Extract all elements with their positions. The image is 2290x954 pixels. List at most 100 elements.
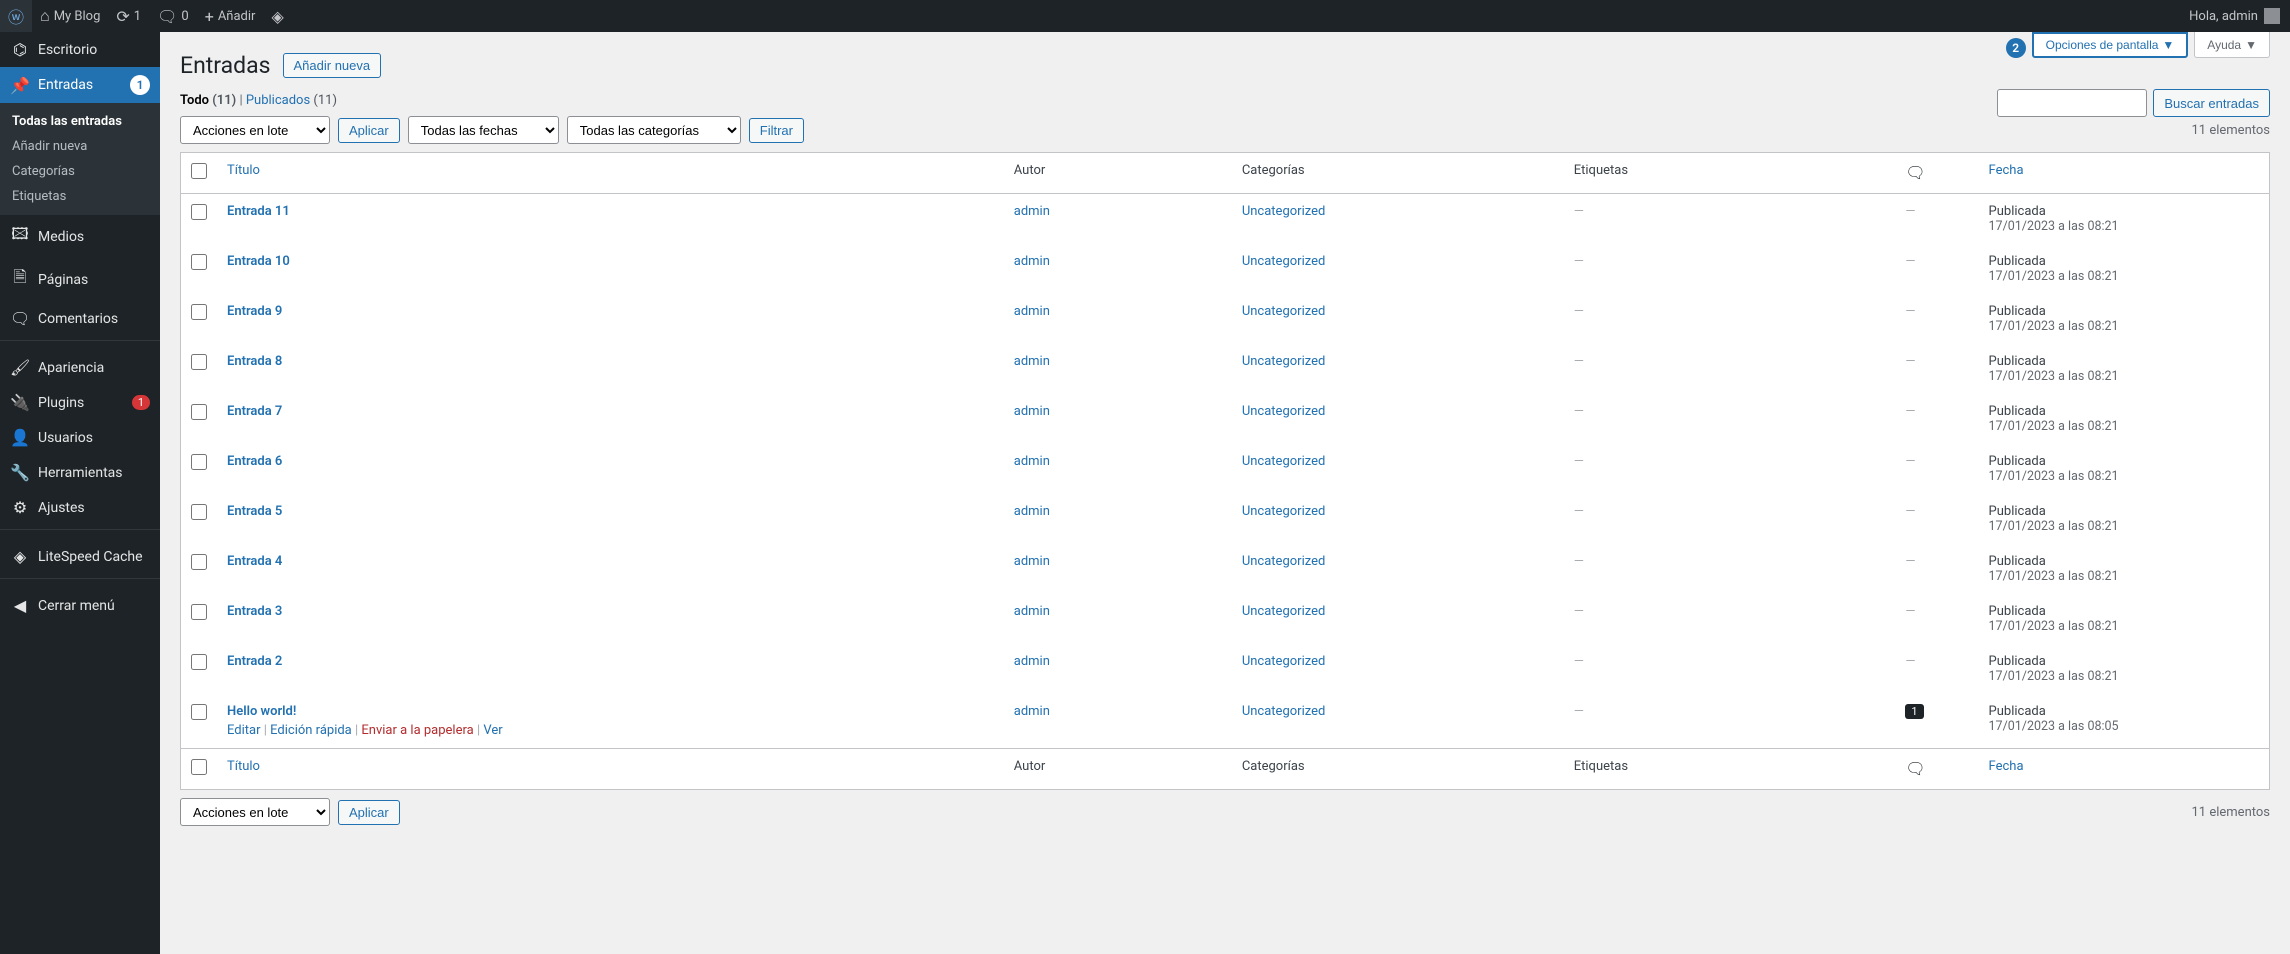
- row-checkbox[interactable]: [191, 504, 207, 520]
- author-link[interactable]: admin: [1014, 704, 1050, 719]
- author-link[interactable]: admin: [1014, 604, 1050, 619]
- author-link[interactable]: admin: [1014, 554, 1050, 569]
- comments-col-icon-foot[interactable]: 🗨: [1905, 759, 1925, 778]
- comments[interactable]: 🗨0: [149, 0, 197, 32]
- litespeed-menu[interactable]: ◈: [263, 0, 291, 32]
- row-checkbox[interactable]: [191, 554, 207, 570]
- post-title-link[interactable]: Entrada 11: [227, 204, 290, 219]
- menu-tools[interactable]: 🔧Herramientas: [0, 455, 160, 490]
- bulk-action-select-bottom[interactable]: Acciones en lote: [180, 798, 330, 826]
- col-title[interactable]: Título: [227, 163, 260, 178]
- post-status: Publicada: [1989, 204, 2046, 219]
- comment-count[interactable]: 1: [1905, 704, 1923, 719]
- post-title-link[interactable]: Entrada 7: [227, 404, 282, 419]
- menu-appearance[interactable]: 🖌Apariencia: [0, 350, 160, 385]
- author-link[interactable]: admin: [1014, 454, 1050, 469]
- greeting[interactable]: Hola, admin: [2189, 9, 2258, 24]
- row-checkbox[interactable]: [191, 304, 207, 320]
- row-checkbox[interactable]: [191, 404, 207, 420]
- row-checkbox[interactable]: [191, 704, 207, 720]
- comments-col-icon[interactable]: 🗨: [1905, 163, 1925, 182]
- post-status: Publicada: [1989, 404, 2046, 419]
- updates[interactable]: ⟳1: [108, 0, 149, 32]
- menu-pages[interactable]: 🗎Páginas: [0, 258, 160, 301]
- author-link[interactable]: admin: [1014, 404, 1050, 419]
- screen-options-button[interactable]: Opciones de pantalla ▼: [2032, 32, 2189, 58]
- category-filter-select[interactable]: Todas las categorías: [567, 116, 741, 144]
- category-link[interactable]: Uncategorized: [1242, 254, 1325, 269]
- select-all-bottom[interactable]: [191, 759, 207, 775]
- row-checkbox[interactable]: [191, 354, 207, 370]
- update-icon: ⟳: [116, 7, 129, 26]
- submenu-categories[interactable]: Categorías: [0, 159, 160, 184]
- submenu-add-new[interactable]: Añadir nueva: [0, 134, 160, 159]
- col-date[interactable]: Fecha: [1989, 163, 2024, 178]
- bulk-action-select[interactable]: Acciones en lote: [180, 116, 330, 144]
- category-link[interactable]: Uncategorized: [1242, 404, 1325, 419]
- row-checkbox[interactable]: [191, 604, 207, 620]
- menu-collapse[interactable]: ◀Cerrar menú: [0, 588, 160, 623]
- menu-users[interactable]: 👤Usuarios: [0, 420, 160, 455]
- submenu-tags[interactable]: Etiquetas: [0, 184, 160, 209]
- row-trash[interactable]: Enviar a la papelera: [361, 723, 473, 738]
- post-title-link[interactable]: Entrada 5: [227, 504, 282, 519]
- post-title-link[interactable]: Hello world!: [227, 704, 296, 719]
- menu-litespeed[interactable]: ◈LiteSpeed Cache: [0, 539, 160, 574]
- post-title-link[interactable]: Entrada 6: [227, 454, 282, 469]
- search-button[interactable]: Buscar entradas: [2153, 89, 2270, 117]
- category-link[interactable]: Uncategorized: [1242, 604, 1325, 619]
- search-input[interactable]: [1997, 89, 2147, 117]
- no-comments: —: [1905, 254, 1915, 269]
- author-link[interactable]: admin: [1014, 204, 1050, 219]
- menu-posts[interactable]: 📌Entradas1: [0, 67, 160, 103]
- post-title-link[interactable]: Entrada 8: [227, 354, 282, 369]
- category-link[interactable]: Uncategorized: [1242, 454, 1325, 469]
- row-checkbox[interactable]: [191, 654, 207, 670]
- post-title-link[interactable]: Entrada 3: [227, 604, 282, 619]
- author-link[interactable]: admin: [1014, 354, 1050, 369]
- category-link[interactable]: Uncategorized: [1242, 504, 1325, 519]
- category-link[interactable]: Uncategorized: [1242, 704, 1325, 719]
- row-checkbox[interactable]: [191, 454, 207, 470]
- submenu-all-posts[interactable]: Todas las entradas: [0, 109, 160, 134]
- col-title-foot[interactable]: Título: [227, 759, 260, 774]
- filter-published[interactable]: Publicados (11): [246, 93, 337, 108]
- category-link[interactable]: Uncategorized: [1242, 354, 1325, 369]
- new-content[interactable]: +Añadir: [197, 0, 264, 32]
- post-title-link[interactable]: Entrada 2: [227, 654, 282, 669]
- menu-comments[interactable]: 🗨Comentarios: [0, 301, 160, 336]
- post-title-link[interactable]: Entrada 4: [227, 554, 282, 569]
- post-title-link[interactable]: Entrada 10: [227, 254, 290, 269]
- help-button[interactable]: Ayuda ▼: [2194, 32, 2270, 58]
- filter-all[interactable]: Todo (11): [180, 93, 236, 108]
- category-link[interactable]: Uncategorized: [1242, 654, 1325, 669]
- apply-button[interactable]: Aplicar: [338, 118, 400, 143]
- col-date-foot[interactable]: Fecha: [1989, 759, 2024, 774]
- author-link[interactable]: admin: [1014, 654, 1050, 669]
- row-checkbox[interactable]: [191, 204, 207, 220]
- category-link[interactable]: Uncategorized: [1242, 554, 1325, 569]
- menu-settings[interactable]: ⚙Ajustes: [0, 490, 160, 525]
- row-checkbox[interactable]: [191, 254, 207, 270]
- category-link[interactable]: Uncategorized: [1242, 304, 1325, 319]
- site-name[interactable]: ⌂My Blog: [32, 0, 108, 32]
- add-new-button[interactable]: Añadir nueva: [283, 53, 382, 78]
- filter-button[interactable]: Filtrar: [749, 118, 804, 143]
- row-view[interactable]: Ver: [483, 723, 502, 738]
- avatar[interactable]: [2264, 8, 2280, 24]
- wp-logo[interactable]: ⓦ: [0, 0, 32, 32]
- apply-button-bottom[interactable]: Aplicar: [338, 800, 400, 825]
- menu-plugins[interactable]: 🔌Plugins1: [0, 385, 160, 420]
- post-title-link[interactable]: Entrada 9: [227, 304, 282, 319]
- author-link[interactable]: admin: [1014, 254, 1050, 269]
- author-link[interactable]: admin: [1014, 304, 1050, 319]
- menu-media[interactable]: 🖾Medios: [0, 215, 160, 258]
- menu-dashboard[interactable]: ⌬Escritorio: [0, 32, 160, 67]
- select-all-top[interactable]: [191, 163, 207, 179]
- category-link[interactable]: Uncategorized: [1242, 204, 1325, 219]
- author-link[interactable]: admin: [1014, 504, 1050, 519]
- brush-icon: 🖌: [10, 358, 30, 377]
- row-quick-edit[interactable]: Edición rápida: [270, 723, 352, 738]
- row-edit[interactable]: Editar: [227, 723, 261, 738]
- date-filter-select[interactable]: Todas las fechas: [408, 116, 559, 144]
